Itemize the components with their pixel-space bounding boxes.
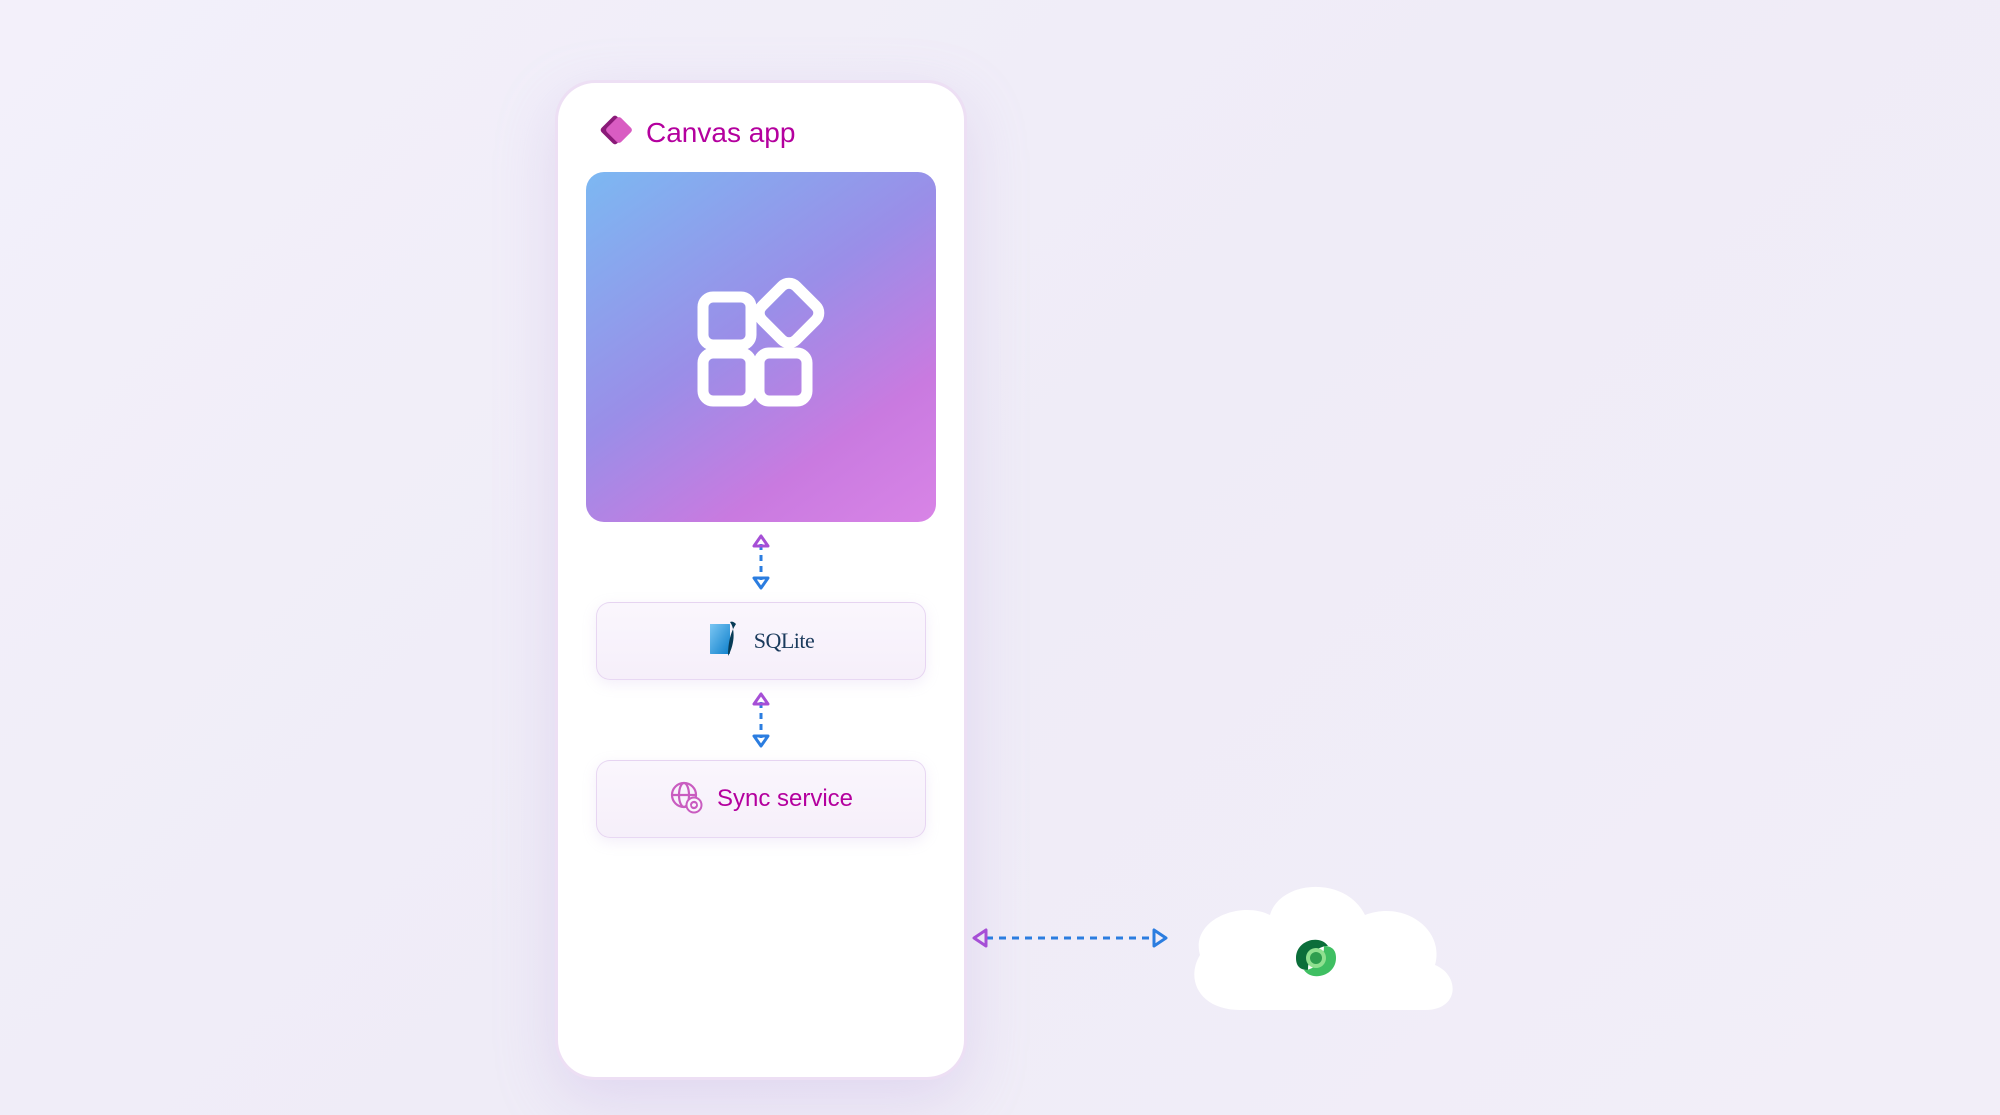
power-apps-icon (596, 111, 634, 154)
cloud-node (1160, 860, 1470, 1050)
apps-grid-icon (681, 265, 841, 430)
bidirectional-arrow-icon (970, 923, 1170, 953)
sqlite-node: SQLite (596, 602, 926, 680)
device-frame: Canvas app (555, 80, 967, 1080)
bidirectional-arrow-icon (746, 690, 776, 750)
sqlite-icon (708, 620, 740, 663)
bidirectional-arrow-icon (746, 532, 776, 592)
canvas-app-title: Canvas app (646, 117, 795, 149)
sync-service-label: Sync service (717, 785, 853, 813)
canvas-app-header: Canvas app (596, 111, 795, 154)
sync-service-node: Sync service (596, 760, 926, 838)
sqlite-label: SQLite (754, 628, 815, 654)
globe-sync-icon (669, 780, 703, 819)
dataverse-icon (1280, 922, 1352, 999)
canvas-tile (586, 172, 936, 522)
